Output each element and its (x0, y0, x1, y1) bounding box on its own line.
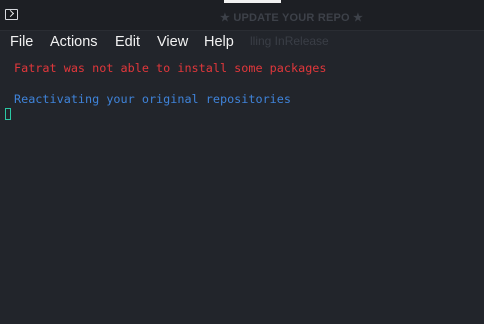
terminal-cursor (5, 108, 11, 120)
terminal-window: ★ UPDATE YOUR REPO ★ lling InRelease Fil… (0, 0, 484, 324)
error-message-line: Fatrat was not able to install some pack… (14, 61, 327, 75)
menu-bar: File Actions Edit View Help (0, 31, 484, 55)
menu-view[interactable]: View (157, 34, 188, 50)
menu-edit[interactable]: Edit (115, 34, 140, 50)
terminal-icon[interactable] (5, 9, 18, 20)
info-message-line: Reactivating your original repositories (14, 92, 291, 106)
menu-help[interactable]: Help (204, 34, 234, 50)
menu-actions[interactable]: Actions (50, 34, 98, 50)
window-tab-indicator (224, 0, 281, 3)
faint-background-title: ★ UPDATE YOUR REPO ★ (220, 12, 364, 24)
title-bar: ★ UPDATE YOUR REPO ★ (0, 0, 484, 31)
terminal-output[interactable]: Fatrat was not able to install some pack… (0, 56, 484, 324)
menu-file[interactable]: File (10, 34, 33, 50)
